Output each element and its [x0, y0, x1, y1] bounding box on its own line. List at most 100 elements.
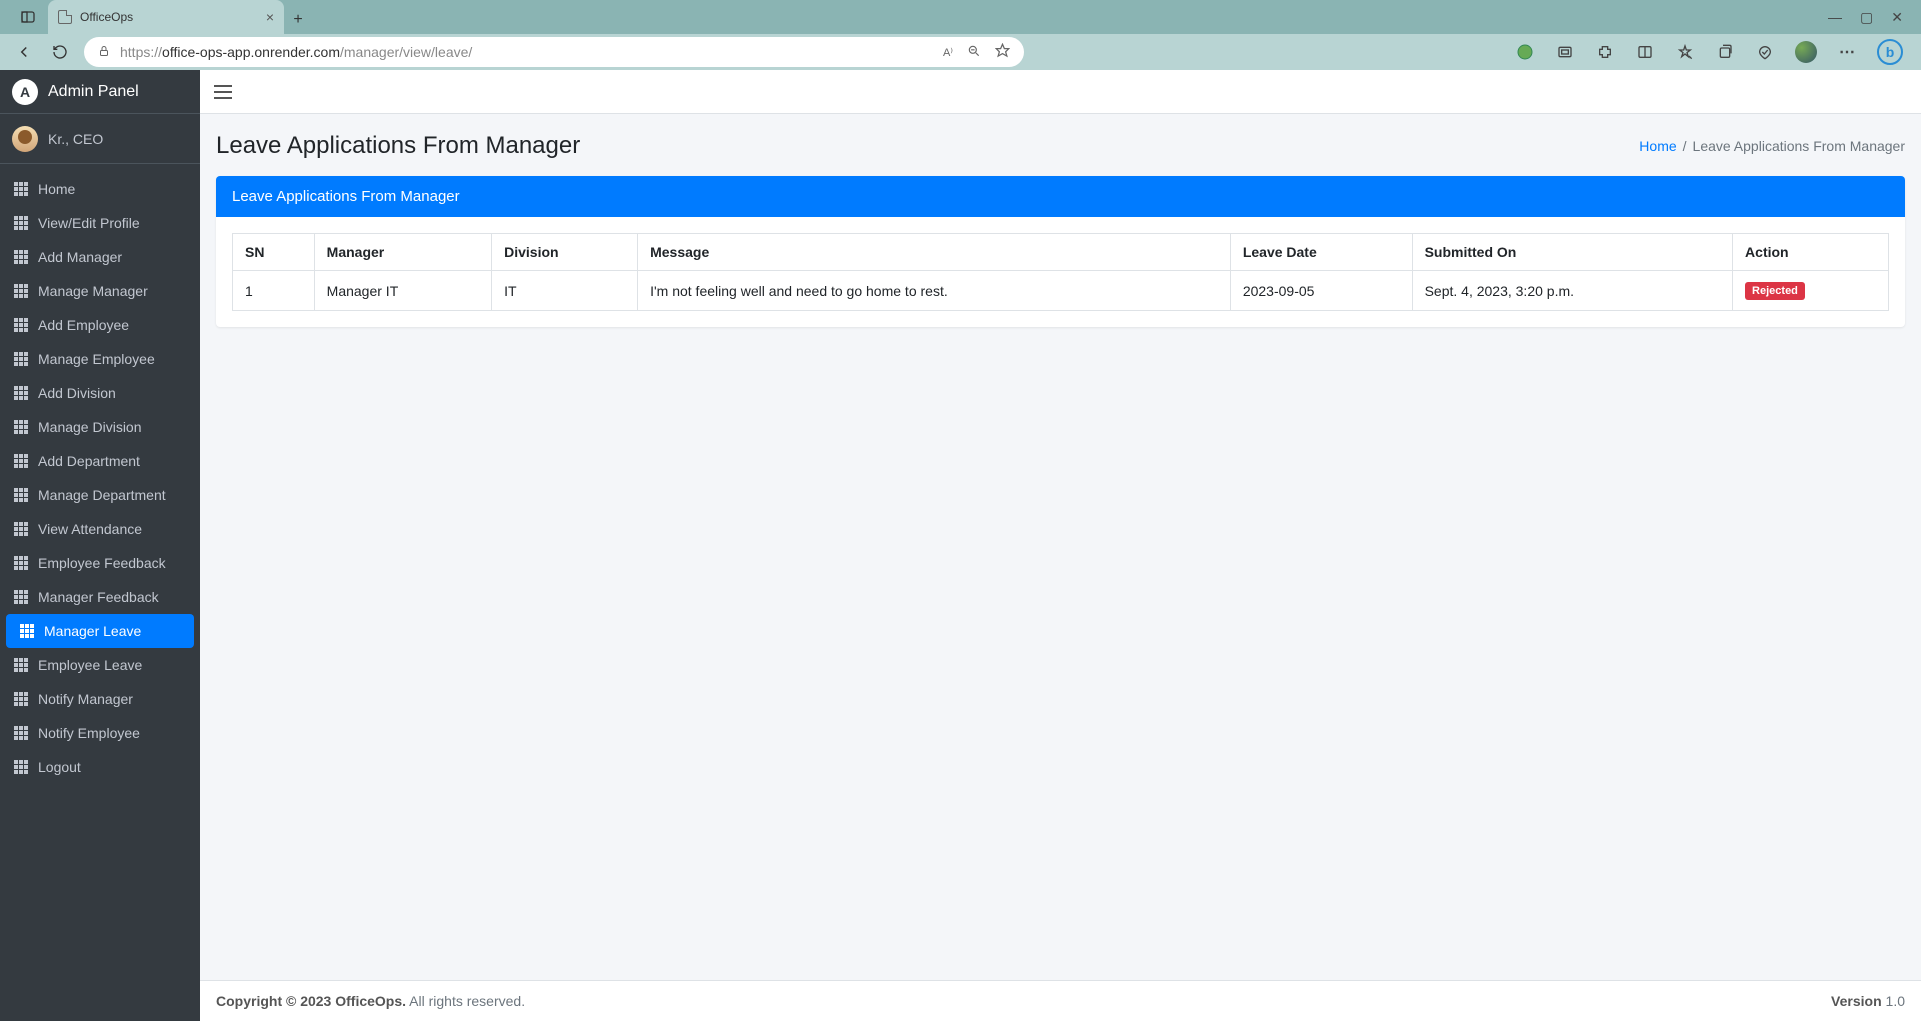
sidebar-item-label: Manage Department	[38, 487, 166, 503]
sidebar-item[interactable]: Add Division	[0, 376, 200, 410]
sidebar-item[interactable]: Add Manager	[0, 240, 200, 274]
table-cell: Manager IT	[314, 271, 491, 311]
grid-icon	[14, 760, 28, 774]
sidebar-item-label: Home	[38, 181, 75, 197]
table-header-cell: Action	[1733, 234, 1889, 271]
sidebar-item[interactable]: Manage Manager	[0, 274, 200, 308]
table-header-cell: Manager	[314, 234, 491, 271]
tab-actions-icon[interactable]	[8, 0, 48, 34]
sidebar-nav: Home View/Edit Profile Add Manager Manage M…	[0, 164, 200, 792]
grid-icon	[14, 386, 28, 400]
table-cell: IT	[492, 271, 638, 311]
table-cell: I'm not feeling well and need to go home…	[638, 271, 1231, 311]
brand-title: Admin Panel	[48, 83, 139, 101]
close-window-icon[interactable]: ✕	[1891, 9, 1903, 26]
sidebar-item-label: Add Division	[38, 385, 116, 401]
footer-copyright-bold: Copyright © 2023 OfficeOps.	[216, 993, 406, 1009]
hamburger-icon[interactable]	[214, 85, 232, 99]
sidebar-item[interactable]: Employee Feedback	[0, 546, 200, 580]
grid-icon	[14, 488, 28, 502]
minimize-icon[interactable]: —	[1828, 9, 1842, 25]
breadcrumb-home[interactable]: Home	[1639, 138, 1676, 154]
sidebar-item[interactable]: Manage Division	[0, 410, 200, 444]
sidebar-item[interactable]: Employee Leave	[0, 648, 200, 682]
status-badge[interactable]: Rejected	[1745, 282, 1805, 300]
bing-icon[interactable]: b	[1877, 39, 1903, 65]
sidebar-item-label: Employee Feedback	[38, 555, 166, 571]
collections-icon[interactable]	[1715, 42, 1735, 62]
read-aloud-icon[interactable]: A⁾	[943, 46, 953, 59]
browser-tab[interactable]: OfficeOps ×	[48, 0, 284, 34]
sidebar-item-label: Manager Leave	[44, 623, 141, 639]
grid-icon	[14, 522, 28, 536]
footer-left: Copyright © 2023 OfficeOps. All rights r…	[216, 993, 525, 1009]
sidebar-item-label: Manage Manager	[38, 283, 148, 299]
extension-icon[interactable]	[1515, 42, 1535, 62]
table-header-cell: SN	[233, 234, 315, 271]
grid-icon	[14, 726, 28, 740]
app-root: A Admin Panel Kr., CEO Home View/Edit Pro…	[0, 70, 1921, 1021]
favorite-icon[interactable]	[995, 43, 1010, 61]
sidebar-item[interactable]: Home	[0, 172, 200, 206]
performance-icon[interactable]	[1755, 42, 1775, 62]
sidebar-item-label: Add Employee	[38, 317, 129, 333]
puzzle-icon[interactable]	[1595, 42, 1615, 62]
sidebar-item-label: Notify Employee	[38, 725, 140, 741]
url-field[interactable]: https://office-ops-app.onrender.com/mana…	[84, 37, 1024, 67]
profile-avatar[interactable]	[1795, 41, 1817, 63]
sidebar-item-label: Manager Feedback	[38, 589, 159, 605]
brand[interactable]: A Admin Panel	[0, 70, 200, 114]
tab-title: OfficeOps	[80, 10, 133, 24]
user-avatar-icon	[12, 126, 38, 152]
url-text: https://office-ops-app.onrender.com/mana…	[120, 44, 472, 60]
grid-icon	[20, 624, 34, 638]
sidebar-item-label: Employee Leave	[38, 657, 142, 673]
table-header-cell: Message	[638, 234, 1231, 271]
sidebar-item[interactable]: Add Department	[0, 444, 200, 478]
sidebar-item[interactable]: Notify Manager	[0, 682, 200, 716]
sidebar-item[interactable]: Notify Employee	[0, 716, 200, 750]
maximize-icon[interactable]: ▢	[1860, 9, 1873, 26]
sidebar-item[interactable]: Manager Leave	[6, 614, 194, 648]
grid-icon	[14, 692, 28, 706]
sidebar-item[interactable]: Manage Employee	[0, 342, 200, 376]
table-cell: 1	[233, 271, 315, 311]
split-icon[interactable]	[1635, 42, 1655, 62]
sidebar-item[interactable]: Logout	[0, 750, 200, 784]
sidebar-item[interactable]: View/Edit Profile	[0, 206, 200, 240]
table-header-cell: Division	[492, 234, 638, 271]
sidebar-item[interactable]: Manage Department	[0, 478, 200, 512]
grid-icon	[14, 352, 28, 366]
breadcrumb-current: Leave Applications From Manager	[1693, 138, 1905, 154]
sidebar-item[interactable]: View Attendance	[0, 512, 200, 546]
user-name: Kr., CEO	[48, 131, 103, 147]
more-icon[interactable]: ⋯	[1837, 42, 1857, 62]
favorites-icon[interactable]	[1675, 42, 1695, 62]
card-body: SNManagerDivisionMessageLeave DateSubmit…	[216, 217, 1905, 327]
toolbar-icons: ⋯ b	[1515, 39, 1909, 65]
browser-chrome: OfficeOps × + — ▢ ✕ https://office-ops-a…	[0, 0, 1921, 70]
new-tab-button[interactable]: +	[284, 6, 312, 34]
sidebar-user[interactable]: Kr., CEO	[0, 114, 200, 164]
sidebar: A Admin Panel Kr., CEO Home View/Edit Pro…	[0, 70, 200, 1021]
back-button[interactable]	[12, 40, 36, 64]
sidebar-item-label: Add Manager	[38, 249, 122, 265]
grid-icon	[14, 556, 28, 570]
grid-icon	[14, 216, 28, 230]
topbar	[200, 70, 1921, 114]
breadcrumb: Home / Leave Applications From Manager	[1639, 138, 1905, 154]
grid-icon	[14, 454, 28, 468]
close-tab-icon[interactable]: ×	[266, 9, 274, 25]
table-cell: Sept. 4, 2023, 3:20 p.m.	[1412, 271, 1732, 311]
sidebar-item[interactable]: Manager Feedback	[0, 580, 200, 614]
grid-icon	[14, 420, 28, 434]
sidebar-item-label: View Attendance	[38, 521, 142, 537]
sidebar-item[interactable]: Add Employee	[0, 308, 200, 342]
page-title: Leave Applications From Manager	[216, 132, 580, 160]
lock-icon	[98, 45, 110, 60]
refresh-button[interactable]	[48, 40, 72, 64]
media-icon[interactable]	[1555, 42, 1575, 62]
sidebar-item-label: Manage Division	[38, 419, 142, 435]
zoom-icon[interactable]	[967, 44, 981, 61]
page-icon	[58, 10, 72, 24]
